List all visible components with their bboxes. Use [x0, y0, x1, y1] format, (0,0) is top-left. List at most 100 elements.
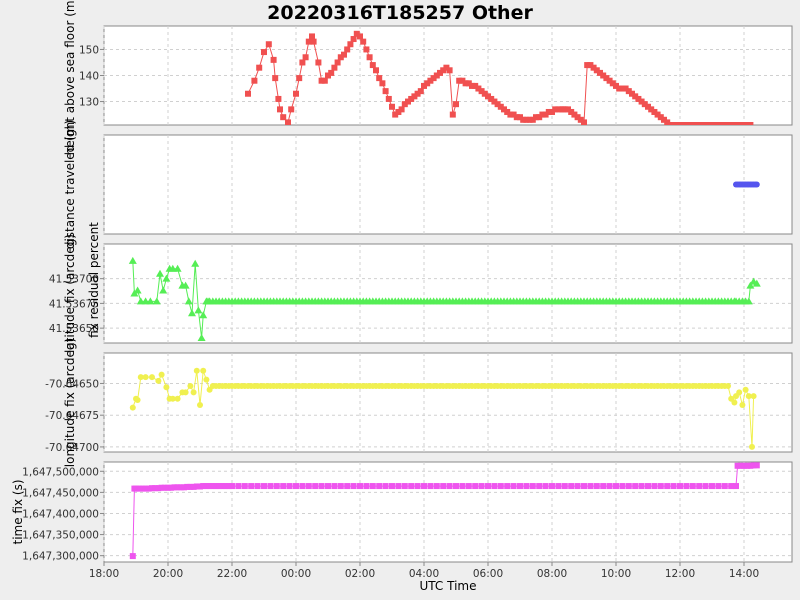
data-point — [453, 101, 459, 108]
data-point — [251, 77, 258, 84]
x-tick-label: 00:00 — [281, 568, 311, 580]
data-point — [440, 483, 447, 490]
data-point — [285, 119, 291, 125]
data-point — [753, 462, 760, 469]
data-point — [638, 483, 645, 490]
x-tick-label: 02:00 — [345, 568, 375, 580]
data-point — [376, 75, 383, 82]
data-point — [549, 483, 555, 490]
data-point — [510, 483, 517, 490]
x-tick-label: 10:00 — [601, 568, 631, 580]
x-axis-label: UTC Time — [420, 579, 477, 593]
data-point — [347, 41, 354, 48]
data-point — [379, 80, 386, 87]
data-point — [568, 483, 575, 490]
data-point — [491, 483, 498, 490]
data-point — [709, 483, 715, 490]
y-axis-label: time fix (s) — [11, 479, 25, 544]
data-point — [485, 483, 491, 490]
data-point — [142, 374, 149, 381]
y-tick-label: 1,647,350,000 — [22, 530, 99, 542]
data-point — [497, 483, 504, 490]
y-tick-label: 150 — [79, 44, 99, 56]
data-point — [739, 402, 746, 409]
data-point — [315, 59, 322, 66]
data-point — [360, 38, 367, 45]
x-tick-label: 14:00 — [729, 568, 759, 580]
data-point — [272, 75, 279, 82]
series-2 — [733, 181, 760, 188]
data-point — [696, 483, 703, 490]
data-point — [373, 67, 379, 74]
x-tick-label: 20:00 — [153, 568, 183, 580]
y-tick-label: 130 — [79, 97, 99, 109]
chart-svg: 20220316T185257 Other 130140150height ab… — [11, 0, 793, 593]
data-point — [296, 75, 303, 82]
data-point — [197, 402, 203, 409]
data-point — [657, 483, 664, 490]
data-point — [174, 395, 181, 402]
data-point — [517, 483, 523, 490]
data-point — [305, 483, 312, 490]
data-point — [555, 483, 562, 490]
data-point — [321, 77, 328, 84]
data-point — [600, 483, 607, 490]
data-point — [331, 483, 338, 490]
data-point — [376, 483, 383, 490]
data-point — [459, 483, 466, 490]
data-point — [645, 483, 651, 490]
data-point — [752, 0, 758, 3]
data-point — [299, 483, 306, 490]
data-point — [129, 553, 136, 560]
data-point — [625, 483, 632, 490]
data-point — [241, 483, 248, 490]
data-point — [337, 483, 344, 490]
data-point — [229, 483, 235, 490]
data-point — [366, 54, 373, 61]
data-point — [683, 483, 690, 490]
data-point — [561, 483, 568, 490]
data-point — [606, 483, 613, 490]
data-point — [265, 41, 272, 48]
data-point — [341, 51, 347, 58]
data-point — [632, 483, 639, 490]
data-point — [414, 483, 421, 490]
data-point — [334, 59, 341, 66]
x-tick-label: 06:00 — [473, 568, 503, 580]
data-point — [200, 367, 207, 374]
data-point — [382, 88, 389, 95]
data-point — [689, 483, 696, 490]
data-point — [389, 483, 395, 490]
data-point — [449, 111, 456, 118]
data-point — [702, 483, 709, 490]
y-tick-label: 1,647,500,000 — [22, 466, 99, 478]
data-point — [574, 483, 581, 490]
data-point — [715, 483, 722, 490]
data-point — [286, 483, 293, 490]
y-axis-label: distance traveled (m) — [63, 120, 77, 249]
data-point — [267, 483, 274, 490]
data-point — [747, 122, 754, 125]
data-point — [270, 56, 277, 63]
data-point — [350, 483, 357, 490]
data-point — [273, 483, 280, 490]
data-point — [325, 483, 331, 490]
data-point — [453, 483, 459, 490]
data-point — [129, 404, 136, 411]
data-point — [587, 483, 594, 490]
data-point — [328, 69, 335, 76]
data-point — [256, 64, 263, 71]
data-point — [158, 371, 165, 378]
data-point — [280, 483, 287, 490]
data-point — [350, 36, 357, 43]
data-point — [357, 33, 363, 40]
data-point — [245, 90, 251, 97]
data-point — [581, 119, 587, 125]
data-point — [235, 483, 242, 490]
data-point — [331, 64, 338, 71]
data-point — [277, 106, 283, 113]
data-point — [163, 384, 170, 391]
data-point — [187, 383, 194, 389]
data-point — [369, 483, 376, 490]
x-tick-label: 08:00 — [537, 568, 567, 580]
